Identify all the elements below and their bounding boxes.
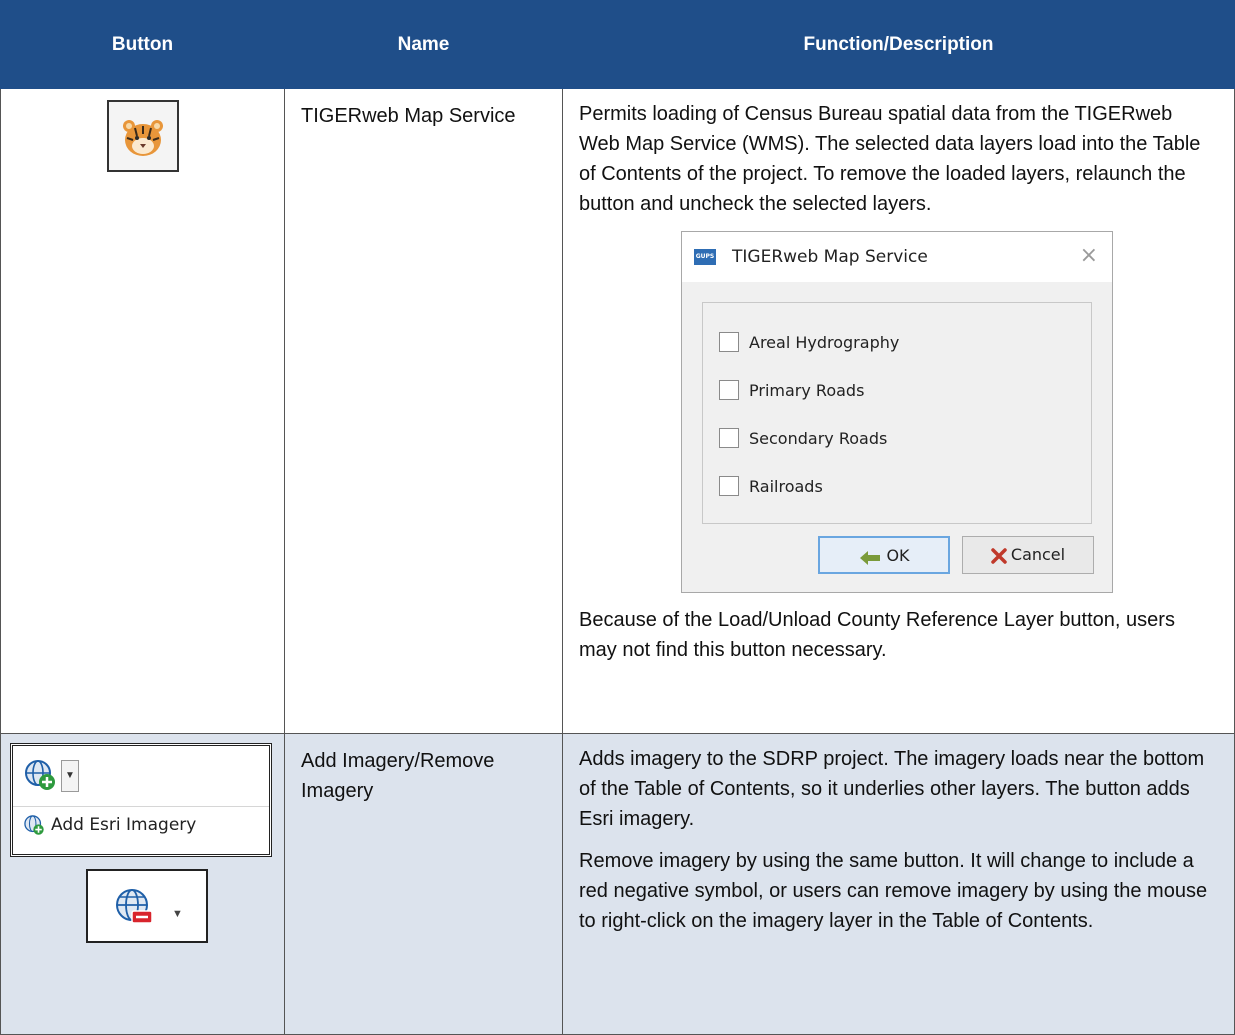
option-label: Secondary Roads [749,429,888,448]
remove-imagery-button[interactable]: ▼ [86,869,208,943]
cancel-label: Cancel [1010,545,1066,564]
globe-add-icon[interactable] [23,758,57,792]
option-primary-roads[interactable]: Primary Roads [719,379,864,403]
cancel-button[interactable]: Cancel [962,536,1094,574]
layer-options-group: Areal Hydrography Primary Roads Secondar… [702,302,1092,524]
dialog-title: TIGERweb Map Service [732,247,928,267]
checkbox[interactable] [719,476,739,496]
option-secondary-roads[interactable]: Secondary Roads [719,427,887,451]
tigerweb-button[interactable] [106,100,179,172]
globe-remove-icon [116,889,153,924]
checkbox[interactable] [719,332,739,352]
add-imagery-menu-screenshot: ▼ Add Esri Imagery [10,743,272,857]
option-label: Areal Hydrography [749,333,900,352]
description-text: Remove imagery by using the same button.… [579,850,1208,932]
table-row: ▼ Add Esri Imagery ▼ Add Imagery/Remove … [0,733,1235,1035]
description-cell: Adds imagery to the SDRP project. The im… [562,733,1235,1035]
description-text: Adds imagery to the SDRP project. The im… [579,748,1205,830]
check-arrow-icon [860,550,881,565]
chevron-down-icon[interactable]: ▼ [61,760,79,792]
app-icon: GUPS [694,249,716,265]
imagery-toolbar: ▼ [13,746,269,807]
header-button: Button [0,0,285,89]
option-label: Railroads [749,477,823,496]
x-icon [991,547,1007,564]
name-cell: TIGERweb Map Service [284,88,563,734]
close-icon[interactable]: × [1080,242,1098,270]
checkbox[interactable] [719,380,739,400]
description-text: Permits loading of Census Bureau spatial… [579,103,1201,215]
chevron-down-icon[interactable]: ▼ [172,899,183,929]
dialog-titlebar: GUPS TIGERweb Map Service × [682,232,1112,282]
option-areal-hydrography[interactable]: Areal Hydrography [719,331,899,355]
ok-label: OK [886,546,910,565]
checkbox[interactable] [719,428,739,448]
globe-add-icon [24,815,44,835]
tiger-icon [122,120,163,156]
tigerweb-dialog: GUPS TIGERweb Map Service × Areal Hydrog… [681,231,1113,593]
table-header-row: Button Name Function/Description [0,0,1235,89]
table-row: TIGERweb Map Service Permits loading of … [0,88,1235,734]
header-description: Function/Description [562,0,1235,89]
option-label: Primary Roads [749,381,865,400]
name-cell: Add Imagery/Remove Imagery [284,733,563,1035]
menu-item-add-esri-imagery[interactable]: Add Esri Imagery [51,814,196,836]
ok-button[interactable]: OK [818,536,950,574]
description-text: Because of the Load/Unload County Refere… [579,609,1175,661]
header-name: Name [284,0,563,89]
button-reference-table: Button Name Function/Description TIGERwe… [0,0,1235,1035]
description-cell: Permits loading of Census Bureau spatial… [562,88,1235,734]
button-cell: ▼ Add Esri Imagery ▼ [0,733,285,1035]
option-railroads[interactable]: Railroads [719,475,823,499]
button-cell [0,88,285,734]
